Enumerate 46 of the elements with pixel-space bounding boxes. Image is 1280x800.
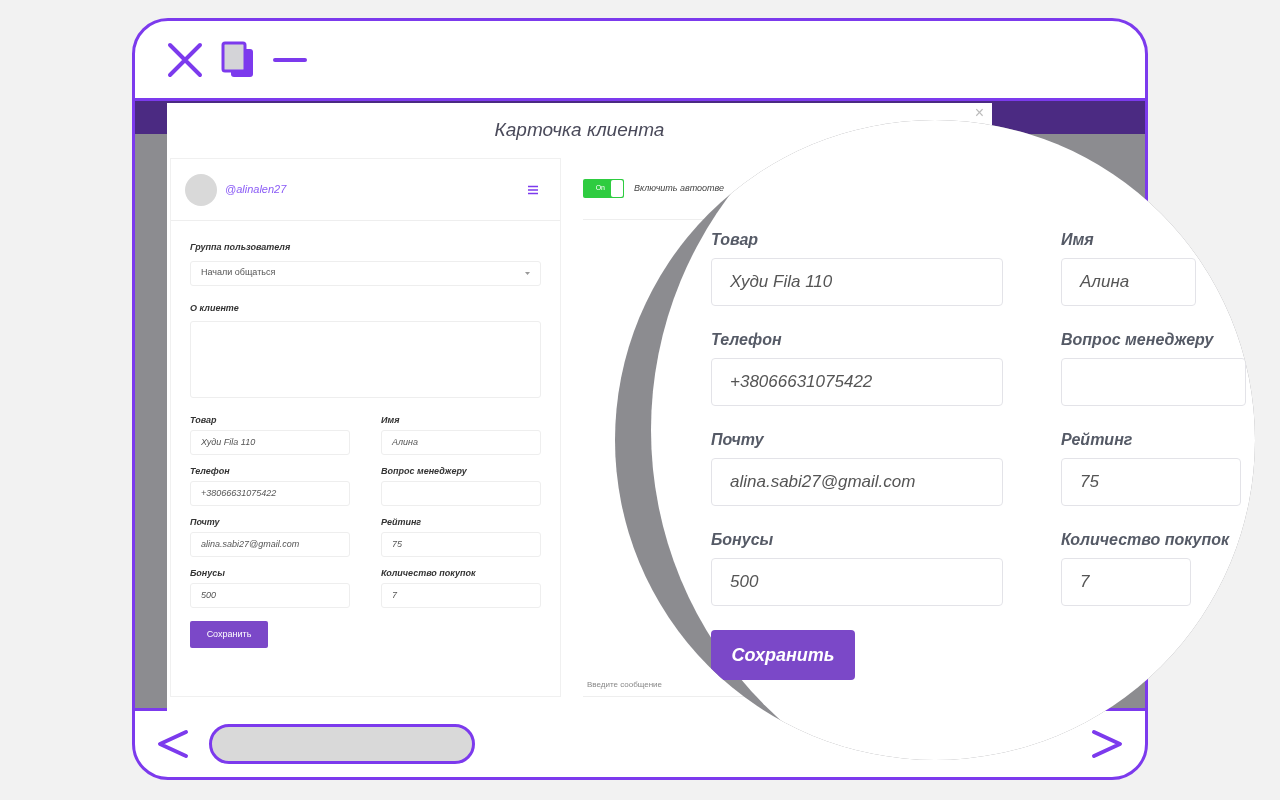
input-field[interactable]: 75 bbox=[1061, 458, 1241, 506]
input-field[interactable]: alina.sabi27@gmail.com bbox=[711, 458, 1003, 506]
field-label: Почту bbox=[711, 430, 765, 448]
autoreply-label: Включить автоотве bbox=[634, 181, 725, 195]
field-label: Имя bbox=[1061, 230, 1095, 248]
field-label: Почту bbox=[190, 516, 221, 528]
input-field[interactable]: Худи Fila 110 bbox=[711, 258, 1003, 306]
copy-icon[interactable] bbox=[221, 40, 255, 79]
avatar bbox=[185, 173, 217, 206]
field-label: Количество покупок bbox=[1061, 530, 1231, 548]
input-field[interactable]: 7 bbox=[1061, 558, 1191, 606]
input-field[interactable]: +38066631075422 bbox=[711, 358, 1003, 406]
input-field[interactable]: Алина bbox=[1061, 258, 1196, 306]
field-label: Товар bbox=[190, 414, 218, 426]
field-label: Бонусы bbox=[190, 567, 226, 579]
close-icon[interactable] bbox=[167, 41, 203, 78]
field-label: О клиенте bbox=[190, 301, 240, 315]
caret-icon bbox=[525, 271, 530, 275]
field-label: Рейтинг bbox=[1061, 430, 1134, 448]
field-label: Вопрос менеджеру bbox=[1061, 330, 1215, 348]
minimize-icon[interactable] bbox=[273, 55, 307, 64]
input-field[interactable]: 500 bbox=[711, 558, 1003, 606]
field-label: Количество покупок bbox=[381, 567, 477, 579]
field-label: Товар bbox=[711, 230, 760, 248]
input-field[interactable]: Алина bbox=[381, 430, 541, 455]
input-field[interactable]: +38066631075422 bbox=[190, 481, 350, 506]
field-label: Телефон bbox=[711, 330, 783, 348]
input-field[interactable]: Худи Fila 110 bbox=[190, 430, 350, 455]
address-bar[interactable] bbox=[209, 724, 475, 764]
field-label: Рейтинг bbox=[381, 516, 423, 528]
menu-icon[interactable] bbox=[528, 184, 538, 195]
input-field[interactable]: 75 bbox=[381, 532, 541, 557]
field-label: Группа пользователя bbox=[190, 241, 292, 254]
save-button[interactable]: Сохранить bbox=[711, 630, 855, 680]
field-label: Имя bbox=[381, 414, 401, 426]
dialog-title: Карточка клиента bbox=[494, 118, 665, 143]
field-label: Вопрос менеджеру bbox=[381, 465, 468, 477]
username: @alinalen27 bbox=[225, 182, 287, 198]
input-field[interactable]: 7 bbox=[381, 583, 541, 608]
field-label: Телефон bbox=[190, 465, 231, 477]
input-field[interactable]: alina.sabi27@gmail.com bbox=[190, 532, 350, 557]
field-label: Бонусы bbox=[711, 530, 775, 548]
group-select[interactable]: Начали общаться bbox=[190, 260, 541, 286]
input-field[interactable]: 500 bbox=[190, 583, 350, 608]
input-field[interactable] bbox=[1061, 358, 1246, 406]
save-button[interactable]: Сохранить bbox=[190, 621, 268, 648]
